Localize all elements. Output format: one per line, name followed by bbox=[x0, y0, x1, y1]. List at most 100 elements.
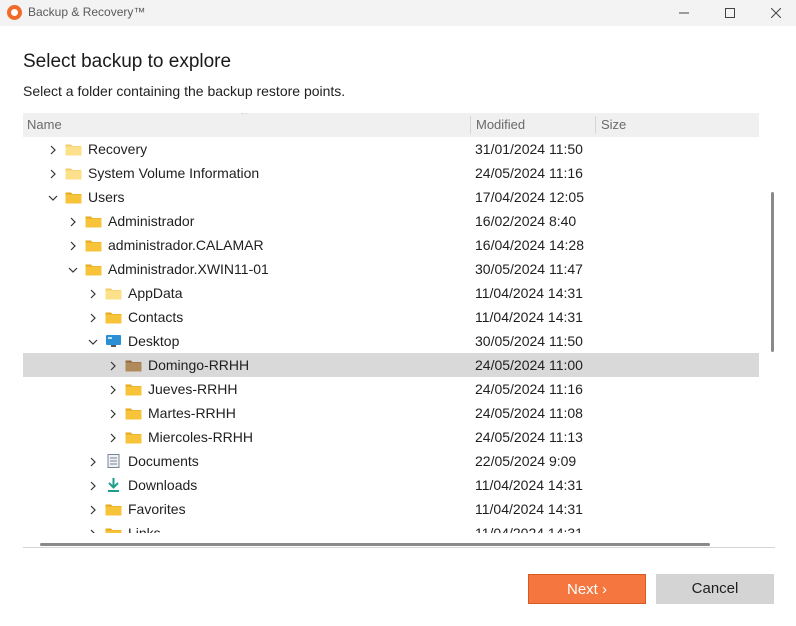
chevron-right-icon[interactable] bbox=[87, 455, 99, 467]
row-name: Jueves-RRHH bbox=[148, 381, 238, 397]
chevron-right-icon[interactable] bbox=[107, 407, 119, 419]
folder-icon bbox=[105, 502, 122, 516]
row-name: Contacts bbox=[128, 309, 184, 325]
row-modified: 24/05/2024 11:08 bbox=[475, 405, 583, 421]
horizontal-scrollbar[interactable] bbox=[40, 543, 710, 546]
folder-icon bbox=[125, 358, 142, 372]
chevron-right-icon[interactable] bbox=[47, 167, 59, 179]
tree-row[interactable]: Users 17/04/2024 12:05 bbox=[23, 185, 759, 209]
chevron-right-icon[interactable] bbox=[87, 503, 99, 515]
folder-icon bbox=[105, 310, 122, 324]
row-modified: 17/04/2024 12:05 bbox=[475, 189, 584, 205]
chevron-right-icon[interactable] bbox=[87, 311, 99, 323]
row-modified: 31/01/2024 11:50 bbox=[475, 141, 583, 157]
chevron-down-icon[interactable] bbox=[87, 335, 99, 347]
download-icon bbox=[105, 478, 122, 492]
row-modified: 11/04/2024 14:31 bbox=[475, 477, 583, 493]
tree-row[interactable]: AppData 11/04/2024 14:31 bbox=[23, 281, 759, 305]
folder-icon bbox=[105, 526, 122, 533]
column-separator[interactable] bbox=[470, 116, 471, 134]
window-title: Backup & Recovery™ bbox=[28, 5, 146, 19]
tree-header: ^ Name Modified Size bbox=[23, 113, 759, 137]
row-modified: 22/05/2024 9:09 bbox=[475, 453, 577, 469]
close-button[interactable] bbox=[753, 0, 796, 26]
tree-row[interactable]: Administrador.XWIN11-01 30/05/2024 11:47 bbox=[23, 257, 759, 281]
tree-row[interactable]: Downloads 11/04/2024 14:31 bbox=[23, 473, 759, 497]
chevron-right-icon[interactable] bbox=[87, 287, 99, 299]
row-name: Domingo-RRHH bbox=[148, 357, 250, 373]
row-name: Desktop bbox=[128, 333, 180, 349]
folder-icon bbox=[65, 166, 82, 180]
tree-row[interactable]: administrador.CALAMAR 16/04/2024 14:28 bbox=[23, 233, 759, 257]
row-name: AppData bbox=[128, 285, 183, 301]
row-name: administrador.CALAMAR bbox=[108, 237, 264, 253]
minimize-icon bbox=[679, 12, 689, 14]
column-separator[interactable] bbox=[595, 116, 596, 134]
chevron-right-icon[interactable] bbox=[67, 239, 79, 251]
tree-row[interactable]: Miercoles-RRHH 24/05/2024 11:13 bbox=[23, 425, 759, 449]
row-name: Documents bbox=[128, 453, 199, 469]
row-name: Martes-RRHH bbox=[148, 405, 236, 421]
tree-row[interactable]: Domingo-RRHH 24/05/2024 11:00 bbox=[23, 353, 759, 377]
minimize-button[interactable] bbox=[661, 0, 707, 26]
row-modified: 11/04/2024 14:31 bbox=[475, 285, 583, 301]
divider bbox=[23, 547, 775, 548]
row-name: Downloads bbox=[128, 477, 198, 493]
tree-row[interactable]: Links 11/04/2024 14:31 bbox=[23, 521, 759, 533]
row-name: Links bbox=[128, 525, 161, 533]
row-modified: 24/05/2024 11:13 bbox=[475, 429, 583, 445]
folder-tree[interactable]: ^ Name Modified Size Recovery 31/01/2024 … bbox=[23, 113, 759, 533]
chevron-down-icon[interactable] bbox=[47, 191, 59, 203]
row-modified: 30/05/2024 11:50 bbox=[475, 333, 583, 349]
row-name: Favorites bbox=[128, 501, 186, 517]
tree-rows: Recovery 31/01/2024 11:50 System Volume In… bbox=[23, 137, 759, 533]
row-modified: 11/04/2024 14:31 bbox=[475, 501, 583, 517]
folder-icon bbox=[65, 190, 82, 204]
vertical-scrollbar[interactable] bbox=[771, 192, 774, 352]
chevron-right-icon[interactable] bbox=[87, 479, 99, 491]
row-modified: 11/04/2024 14:31 bbox=[475, 525, 583, 533]
tree-row[interactable]: System Volume Information 24/05/2024 11:1… bbox=[23, 161, 759, 185]
tree-row[interactable]: Martes-RRHH 24/05/2024 11:08 bbox=[23, 401, 759, 425]
next-button[interactable]: Next › bbox=[528, 574, 646, 604]
chevron-right-icon[interactable] bbox=[67, 215, 79, 227]
folder-icon bbox=[125, 430, 142, 444]
column-header-modified[interactable]: Modified bbox=[476, 113, 596, 137]
folder-icon bbox=[65, 142, 82, 156]
tree-row[interactable]: Administrador 16/02/2024 8:40 bbox=[23, 209, 759, 233]
tree-row[interactable]: Desktop 30/05/2024 11:50 bbox=[23, 329, 759, 353]
chevron-down-icon[interactable] bbox=[67, 263, 79, 275]
row-name: Administrador bbox=[108, 213, 195, 229]
column-header-name[interactable]: Name bbox=[27, 113, 467, 137]
row-modified: 30/05/2024 11:47 bbox=[475, 261, 583, 277]
row-modified: 11/04/2024 14:31 bbox=[475, 309, 583, 325]
chevron-right-icon[interactable] bbox=[107, 359, 119, 371]
maximize-icon bbox=[725, 8, 735, 18]
chevron-right-icon[interactable] bbox=[87, 527, 99, 533]
row-name: Administrador.XWIN11-01 bbox=[108, 261, 269, 277]
tree-row[interactable]: Contacts 11/04/2024 14:31 bbox=[23, 305, 759, 329]
chevron-right-icon[interactable] bbox=[107, 383, 119, 395]
close-icon bbox=[771, 8, 781, 18]
maximize-button[interactable] bbox=[707, 0, 753, 26]
folder-icon bbox=[85, 262, 102, 276]
folder-icon bbox=[85, 214, 102, 228]
chevron-right-icon[interactable] bbox=[107, 431, 119, 443]
tree-row[interactable]: Documents 22/05/2024 9:09 bbox=[23, 449, 759, 473]
row-modified: 16/04/2024 14:28 bbox=[475, 237, 584, 253]
documents-icon bbox=[105, 454, 122, 468]
tree-row[interactable]: Jueves-RRHH 24/05/2024 11:16 bbox=[23, 377, 759, 401]
row-modified: 24/05/2024 11:16 bbox=[475, 165, 583, 181]
row-name: System Volume Information bbox=[88, 165, 260, 181]
row-modified: 24/05/2024 11:00 bbox=[475, 357, 583, 373]
chevron-right-icon[interactable] bbox=[47, 143, 59, 155]
row-name: Miercoles-RRHH bbox=[148, 429, 254, 445]
tree-row[interactable]: Recovery 31/01/2024 11:50 bbox=[23, 137, 759, 161]
tree-row[interactable]: Favorites 11/04/2024 14:31 bbox=[23, 497, 759, 521]
column-header-size[interactable]: Size bbox=[601, 113, 751, 137]
folder-icon bbox=[125, 406, 142, 420]
folder-icon bbox=[85, 238, 102, 252]
title-bar: Backup & Recovery™ bbox=[0, 0, 796, 26]
cancel-button[interactable]: Cancel bbox=[656, 574, 774, 604]
row-name: Recovery bbox=[88, 141, 148, 157]
